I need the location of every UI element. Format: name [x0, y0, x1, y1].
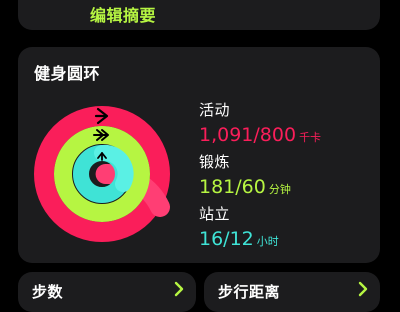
exercise-unit: 分钟 [268, 183, 291, 196]
move-unit: 千卡 [299, 131, 322, 144]
chevron-right-icon [358, 281, 368, 297]
walking-distance-card[interactable]: 步行距离 [204, 272, 380, 312]
stand-unit: 小时 [256, 235, 279, 248]
stand-metric: 站立 16/12 小时 [199, 203, 279, 253]
stand-value: 16/12 [199, 228, 254, 250]
move-value: 1,091/800 [199, 124, 297, 146]
move-metric: 活动 1,091/800 千卡 [199, 99, 321, 149]
edit-summary-link[interactable]: 编辑摘要 [90, 2, 156, 26]
move-label: 活动 [199, 101, 231, 119]
chevron-right-icon [174, 281, 184, 297]
steps-card[interactable]: 步数 [18, 272, 196, 312]
exercise-metric: 锻炼 181/60 分钟 [199, 151, 291, 201]
exercise-value: 181/60 [199, 176, 266, 198]
activity-rings-card[interactable]: 健身圆环 活动 1,091/800 千卡 锻炼 181/60 分钟 站立 16/… [18, 47, 380, 263]
summary-card: 编辑摘要 [18, 0, 380, 30]
exercise-label: 锻炼 [199, 153, 231, 171]
stand-label: 站立 [199, 205, 231, 223]
